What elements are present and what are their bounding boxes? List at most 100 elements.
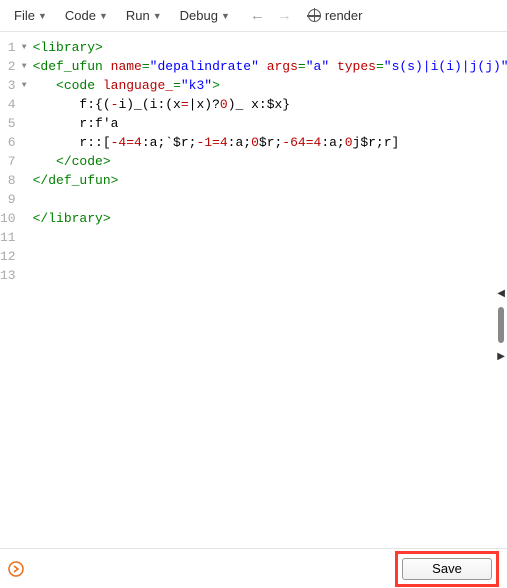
dropdown-arrow-icon: ▼ xyxy=(221,11,230,21)
line-number: 2▼ xyxy=(0,57,27,76)
line-number: 11 xyxy=(0,228,27,247)
line-number: 1▼ xyxy=(0,38,27,57)
code-token: = xyxy=(173,78,181,93)
code-token: 0 xyxy=(220,97,228,112)
code-line[interactable]: </def_ufun> xyxy=(33,171,507,190)
nav-forward-button[interactable]: → xyxy=(275,7,294,24)
code-token: -1=4 xyxy=(196,135,227,150)
line-number: 13 xyxy=(0,266,27,285)
fold-icon[interactable]: ▼ xyxy=(19,38,27,57)
fold-icon[interactable]: ▼ xyxy=(19,76,27,95)
code-token xyxy=(329,59,337,74)
line-number: 4 xyxy=(0,95,27,114)
code-token: i)_(i:(x xyxy=(118,97,180,112)
code-line[interactable] xyxy=(33,228,507,247)
line-number: 10 xyxy=(0,209,27,228)
code-token: "k3" xyxy=(181,78,212,93)
code-token: -4=4 xyxy=(111,135,142,150)
scrollbar-thumb[interactable] xyxy=(498,307,504,343)
code-line[interactable]: f:{(-i)_(i:(x=|x)?0)_ x:$x} xyxy=(33,95,507,114)
line-number-gutter: 1▼2▼3▼45678910111213 xyxy=(0,38,33,548)
menu-debug-label: Debug xyxy=(180,8,218,23)
menu-file-label: File xyxy=(14,8,35,23)
code-token: 0 xyxy=(345,135,353,150)
code-token: $r; xyxy=(259,135,282,150)
code-token xyxy=(259,59,267,74)
code-token: r::[ xyxy=(33,135,111,150)
code-line[interactable]: r::[-4=4:a;`$r;-1=4:a;0$r;-64=4:a;0j$r;r… xyxy=(33,133,507,152)
code-token: r:f'a xyxy=(33,116,119,131)
code-token: types xyxy=(337,59,376,74)
console-toggle-button[interactable] xyxy=(8,561,24,577)
code-token: j$r;r] xyxy=(353,135,400,150)
footer: Save xyxy=(0,548,507,588)
line-number: 9 xyxy=(0,190,27,209)
dropdown-arrow-icon: ▼ xyxy=(153,11,162,21)
code-token: language_ xyxy=(103,78,173,93)
toolbar: File ▼ Code ▼ Run ▼ Debug ▼ ← → render xyxy=(0,0,507,32)
render-button[interactable]: render xyxy=(308,8,363,23)
code-editor[interactable]: 1▼2▼3▼45678910111213 <library> <def_ufun … xyxy=(0,32,507,548)
code-token: f:{( xyxy=(33,97,111,112)
code-line[interactable]: </library> xyxy=(33,209,507,228)
splitter-right-icon[interactable]: ▶ xyxy=(497,349,505,364)
code-token xyxy=(95,78,103,93)
dropdown-arrow-icon: ▼ xyxy=(99,11,108,21)
code-token: -64=4 xyxy=(282,135,321,150)
code-token: )_ x:$x} xyxy=(228,97,290,112)
code-token: </library> xyxy=(33,211,111,226)
code-token: :a; xyxy=(228,135,251,150)
target-icon xyxy=(308,9,321,22)
code-token: :a; xyxy=(321,135,344,150)
code-token: = xyxy=(181,97,189,112)
menu-run-label: Run xyxy=(126,8,150,23)
code-content[interactable]: <library><def_ufun name="depalindrate" a… xyxy=(33,38,507,548)
menu-file[interactable]: File ▼ xyxy=(8,6,53,25)
code-token xyxy=(103,59,111,74)
code-line[interactable]: </code> xyxy=(33,152,507,171)
code-token: "s(s)|i(i)|j(j)" xyxy=(384,59,507,74)
code-token xyxy=(33,78,56,93)
line-number: 5 xyxy=(0,114,27,133)
code-token: :a;`$r; xyxy=(142,135,197,150)
nav-back-button[interactable]: ← xyxy=(248,7,267,24)
code-line[interactable] xyxy=(33,247,507,266)
splitter-left-icon[interactable]: ◀ xyxy=(497,286,505,301)
code-line[interactable]: <def_ufun name="depalindrate" args="a" t… xyxy=(33,57,507,76)
code-token: = xyxy=(376,59,384,74)
code-line[interactable] xyxy=(33,190,507,209)
code-token xyxy=(33,154,56,169)
code-token: args xyxy=(267,59,298,74)
code-token: <code xyxy=(56,78,95,93)
fold-icon[interactable]: ▼ xyxy=(19,57,27,76)
code-token: "depalindrate" xyxy=(150,59,259,74)
code-token: > xyxy=(212,78,220,93)
menu-debug[interactable]: Debug ▼ xyxy=(174,6,236,25)
menu-code[interactable]: Code ▼ xyxy=(59,6,114,25)
side-controls: ◀ ▶ xyxy=(493,76,507,508)
code-line[interactable]: r:f'a xyxy=(33,114,507,133)
code-token: name xyxy=(111,59,142,74)
line-number: 7 xyxy=(0,152,27,171)
code-line[interactable] xyxy=(33,266,507,285)
line-number: 3▼ xyxy=(0,76,27,95)
code-token: = xyxy=(298,59,306,74)
save-button[interactable]: Save xyxy=(402,558,492,580)
console-icon xyxy=(8,561,24,577)
dropdown-arrow-icon: ▼ xyxy=(38,11,47,21)
line-number: 8 xyxy=(0,171,27,190)
code-token: <library> xyxy=(33,40,103,55)
editor: 1▼2▼3▼45678910111213 <library> <def_ufun … xyxy=(0,32,507,548)
code-token: = xyxy=(142,59,150,74)
code-token: </def_ufun> xyxy=(33,173,119,188)
render-label: render xyxy=(325,8,363,23)
save-highlight: Save xyxy=(395,551,499,587)
menu-run[interactable]: Run ▼ xyxy=(120,6,168,25)
menu-code-label: Code xyxy=(65,8,96,23)
code-token: <def_ufun xyxy=(33,59,103,74)
code-line[interactable]: <code language_="k3"> xyxy=(33,76,507,95)
code-token: 0 xyxy=(251,135,259,150)
code-line[interactable]: <library> xyxy=(33,38,507,57)
code-token: "a" xyxy=(306,59,329,74)
code-token: </code> xyxy=(56,154,111,169)
